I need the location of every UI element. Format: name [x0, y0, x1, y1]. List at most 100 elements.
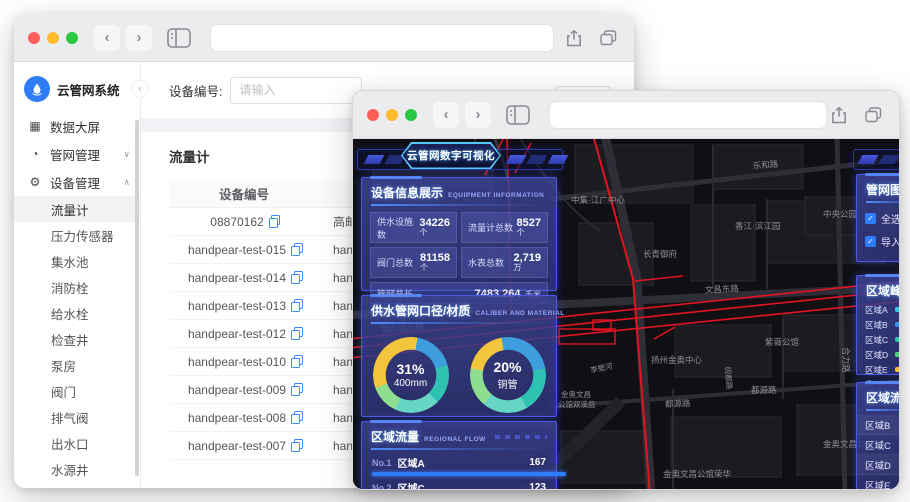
stat-valves: 阀门总数 81158 个 [370, 247, 457, 278]
desktop: ‹ › 云管网系统 ‹ ▦ 数据大屏 ◔ 管网管理 ∨ ⚙ 设备管理 ∧ 流量计… [0, 0, 910, 502]
sidebar-subitem-source-well[interactable]: 水源井 [14, 456, 140, 482]
sidebar-subitem-pump-house[interactable]: 泵房 [14, 352, 140, 378]
minimize-window-button[interactable] [386, 108, 398, 121]
chevron-down-icon: ∨ [123, 148, 130, 159]
sidebar-subitem-valve[interactable]: 阀门 [14, 378, 140, 404]
checkbox-checked-icon[interactable]: ✓ [865, 236, 876, 247]
minimize-window-button[interactable] [47, 31, 59, 44]
zoom-window-button[interactable] [66, 31, 78, 44]
copy-icon[interactable] [291, 298, 303, 312]
panel-decoration [494, 434, 547, 439]
map-label: 中集·江广中心 [571, 195, 625, 205]
sidebar-subitem-hydrant[interactable]: 消防栓 [14, 274, 140, 300]
map-label: 香江·滨江园 [735, 221, 780, 231]
map-label: 都源路 [751, 385, 777, 395]
legend-swatch [895, 322, 899, 327]
back-window-chrome: ‹ › [14, 14, 634, 62]
zoom-window-button[interactable] [405, 108, 417, 121]
sidebar-item-data-screen[interactable]: ▦ 数据大屏 [14, 112, 140, 140]
front-window-chrome: ‹ › [353, 91, 899, 139]
list-item: 区域E [857, 475, 899, 490]
pipe-layers-panel: 管网图层 ✓ 全选 ✓ 导入 [856, 173, 899, 262]
close-window-button[interactable] [28, 31, 40, 44]
panel-subtitle: CALIBER AND MATERIAL [475, 310, 565, 317]
copy-icon[interactable] [291, 354, 303, 368]
sidebar: 云管网系统 ‹ ▦ 数据大屏 ◔ 管网管理 ∨ ⚙ 设备管理 ∧ 流量计 压力传… [14, 62, 149, 488]
regional-flow-list-panel: 区域流量 区域B 区域C 区域D 区域E [856, 381, 899, 490]
list-item: 区域C [857, 435, 899, 455]
map-label: 长青御府 [643, 249, 678, 259]
share-icon[interactable] [562, 26, 586, 50]
legend-item[interactable]: 区域A [857, 302, 899, 317]
map-label: 中央公园 [823, 209, 857, 219]
back-button[interactable]: ‹ [94, 24, 120, 51]
close-window-button[interactable] [367, 108, 379, 121]
map-label: 砚都路 [723, 366, 735, 390]
share-icon[interactable] [827, 103, 851, 127]
sidebar-subitem-sump[interactable]: 集水池 [14, 248, 140, 274]
regional-flow-panel: 区域流量 REGIONAL FLOW No.1 区域A 167 No.2 区域C… [361, 420, 566, 489]
legend-item[interactable]: 区域C [857, 332, 899, 347]
copy-icon[interactable] [291, 242, 303, 256]
flow-rank-row: No.1 区域A 167 [372, 457, 546, 470]
copy-icon[interactable] [291, 326, 303, 340]
gis-map-canvas[interactable]: 乐和路 中集·江广中心 香江·滨江园 中央公园 长青御府 文昌东路 扬州金奥中心… [353, 139, 899, 490]
list-item: 区域D [857, 455, 899, 475]
app-title: 云管网系统 [57, 83, 120, 98]
sidebar-subitem-exhaust-valve[interactable]: 排气阀 [14, 404, 140, 430]
stat-flowmeters: 流量计总数 8527 个 [461, 212, 548, 243]
tab-overview-icon[interactable] [596, 26, 620, 50]
panel-title: 设备信息展示 [371, 186, 444, 200]
copy-icon[interactable] [268, 214, 281, 228]
tab-overview-icon[interactable] [861, 103, 885, 127]
caliber-donut-chart: 31% 400mm [372, 337, 449, 413]
layer-checkbox-row[interactable]: ✓ 全选 [857, 207, 899, 230]
forward-button[interactable]: › [126, 24, 152, 51]
map-label: 合力路 [841, 347, 851, 373]
panel-title: 区域峰值 [866, 284, 899, 298]
url-bar[interactable] [549, 100, 827, 129]
panel-title: 管网图层 [866, 183, 899, 197]
dashboard-title: 云管网数字可视化 [407, 150, 495, 162]
legend-item[interactable]: 区域B [857, 317, 899, 332]
sidebar-item-pipe-mgmt[interactable]: ◔ 管网管理 ∨ [14, 140, 140, 168]
dashboard-header-bar-right [853, 149, 899, 170]
legend-swatch [895, 307, 899, 312]
sidebar-toggle-icon[interactable] [164, 26, 194, 50]
panel-subtitle: REGIONAL FLOW [424, 436, 486, 443]
sidebar-subitem-outlet[interactable]: 出水口 [14, 430, 140, 456]
list-item: 区域B [857, 415, 899, 435]
sidebar-subitem-water-supply[interactable]: 给水栓 [14, 300, 140, 326]
layer-checkbox-row[interactable]: ✓ 导入 [857, 230, 899, 253]
legend-item[interactable]: 区域E [857, 362, 899, 377]
forward-button[interactable]: › [465, 101, 491, 128]
sidebar-toggle-icon[interactable] [503, 103, 533, 127]
sidebar-scrollbar[interactable] [135, 120, 139, 476]
pipe-mgmt-icon: ◔ [31, 147, 39, 161]
copy-icon[interactable] [291, 382, 303, 396]
legend-swatch [895, 367, 899, 372]
checkbox-checked-icon[interactable]: ✓ [865, 213, 876, 224]
legend-item[interactable]: 区域D [857, 347, 899, 362]
url-bar[interactable] [210, 23, 554, 52]
copy-icon[interactable] [291, 410, 303, 424]
caliber-material-panel: 供水管网口径/材质 CALIBER AND MATERIAL 31% 400mm … [361, 294, 564, 417]
sidebar-item-device-mgmt[interactable]: ⚙ 设备管理 ∧ [14, 168, 140, 196]
back-button[interactable]: ‹ [433, 101, 459, 128]
device-id-label: 设备编号: [169, 84, 223, 99]
map-label: 都源路 [665, 398, 691, 409]
device-id-input[interactable] [230, 76, 363, 104]
sidebar-collapse-button[interactable]: ‹ [131, 80, 149, 98]
sidebar-subitem-pressure-sensor[interactable]: 压力传感器 [14, 222, 140, 248]
map-label: 公馆双溪庭 [558, 399, 596, 409]
flow-bar [372, 472, 566, 476]
data-screen-icon: ▦ [29, 119, 41, 133]
copy-icon[interactable] [291, 438, 303, 452]
copy-icon[interactable] [291, 270, 303, 284]
material-donut-chart: 20% 铜管 [469, 337, 546, 413]
front-browser-window: ‹ › 乐和路 中集·江广中心 香江·滨江园 中央公园 长青御府 文昌东路 扬州… [352, 90, 900, 490]
sidebar-subitem-inspection-well[interactable]: 检查井 [14, 326, 140, 352]
panel-title: 供水管网口径/材质 [371, 304, 471, 318]
sidebar-subitem-flowmeter[interactable]: 流量计 [14, 196, 140, 222]
equipment-info-panel: 设备信息展示 EQUIPMENT INFORMATION 供水设施数 34226… [361, 176, 557, 304]
